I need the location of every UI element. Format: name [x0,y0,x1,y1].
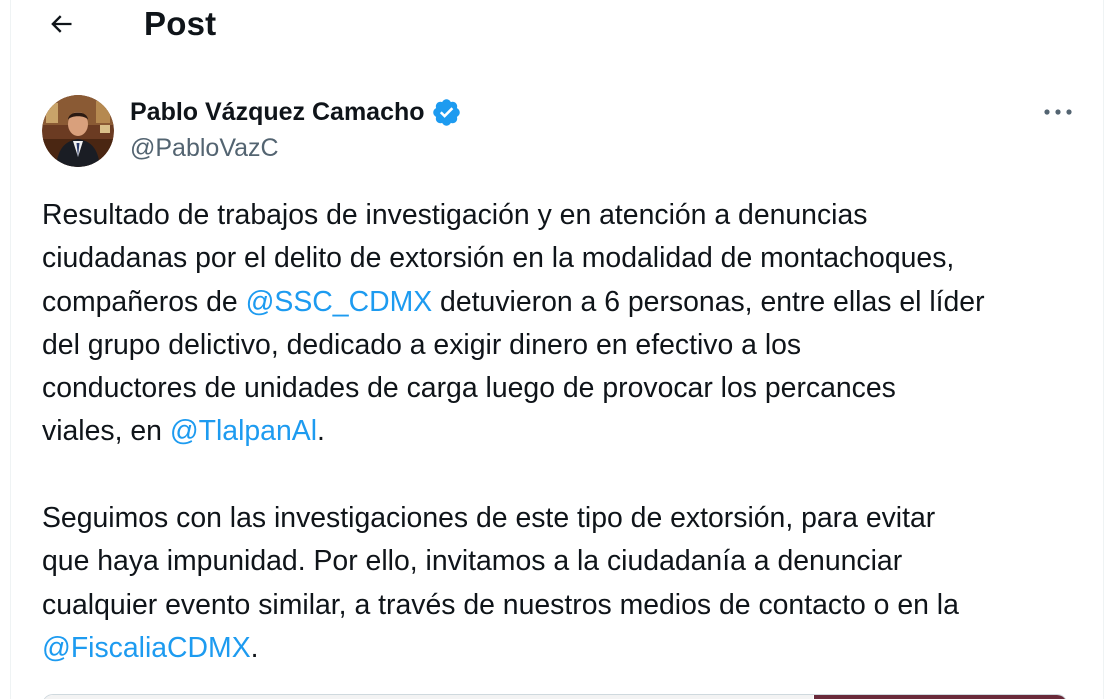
profile-photo [42,95,114,167]
more-horizontal-icon [1044,109,1072,115]
post-line: conductores de unidades de carga luego d… [42,372,896,405]
back-button[interactable] [41,4,81,44]
media-image-right[interactable] [814,695,1067,699]
post-line: compañeros de @SSC_CDMX detuvieron a 6 p… [42,281,1087,324]
media-preview[interactable] [42,694,1068,699]
post-line: cualquier evento similar, a través de nu… [42,588,959,621]
page-title: Post [144,5,217,42]
mention-fiscalia-cdmx[interactable]: @FiscaliaCDMX [42,632,251,664]
post-line: ciudadanas por el delito de extorsión en… [42,242,955,275]
post-text-segment: viales, en [42,415,170,448]
author-handle[interactable]: @PabloVazC [130,132,279,164]
timeline-right-border [1103,0,1104,699]
post-header: Post [11,0,1103,48]
post-text-segment: detuvieron a 6 personas, entre ellas el … [432,285,985,318]
post-text-segment: . [317,415,325,448]
timeline-left-border [10,0,11,699]
post-text-segment: . [250,631,259,664]
post-line: viales, en @TlalpanAl. [42,410,1087,453]
mention-tlalpan-al[interactable]: @TlalpanAl [170,415,317,447]
post-line: del grupo delictivo, dedicado a exigir d… [42,328,802,361]
arrow-left-icon [51,15,72,33]
verified-badge-icon[interactable] [431,97,462,128]
author-name-text: Pablo Vázquez Camacho [130,98,425,126]
post-line: @FiscaliaCDMX. [42,627,1087,670]
post-line: Resultado de trabajos de investigación y… [42,199,868,231]
author-name[interactable]: Pablo Vázquez Camacho [130,96,462,128]
more-options-button[interactable] [1040,96,1076,128]
post-text: Resultado de trabajos de investigación y… [42,194,1087,670]
post-line: que haya impunidad. Por ello, invitamos … [42,545,903,578]
post-text-segment: compañeros de [42,285,246,318]
media-image-left[interactable] [43,695,813,699]
avatar[interactable] [42,95,114,167]
mention-ssc-cdmx[interactable]: @SSC_CDMX [246,286,433,318]
post-line: Seguimos con las investigaciones de este… [42,502,936,535]
